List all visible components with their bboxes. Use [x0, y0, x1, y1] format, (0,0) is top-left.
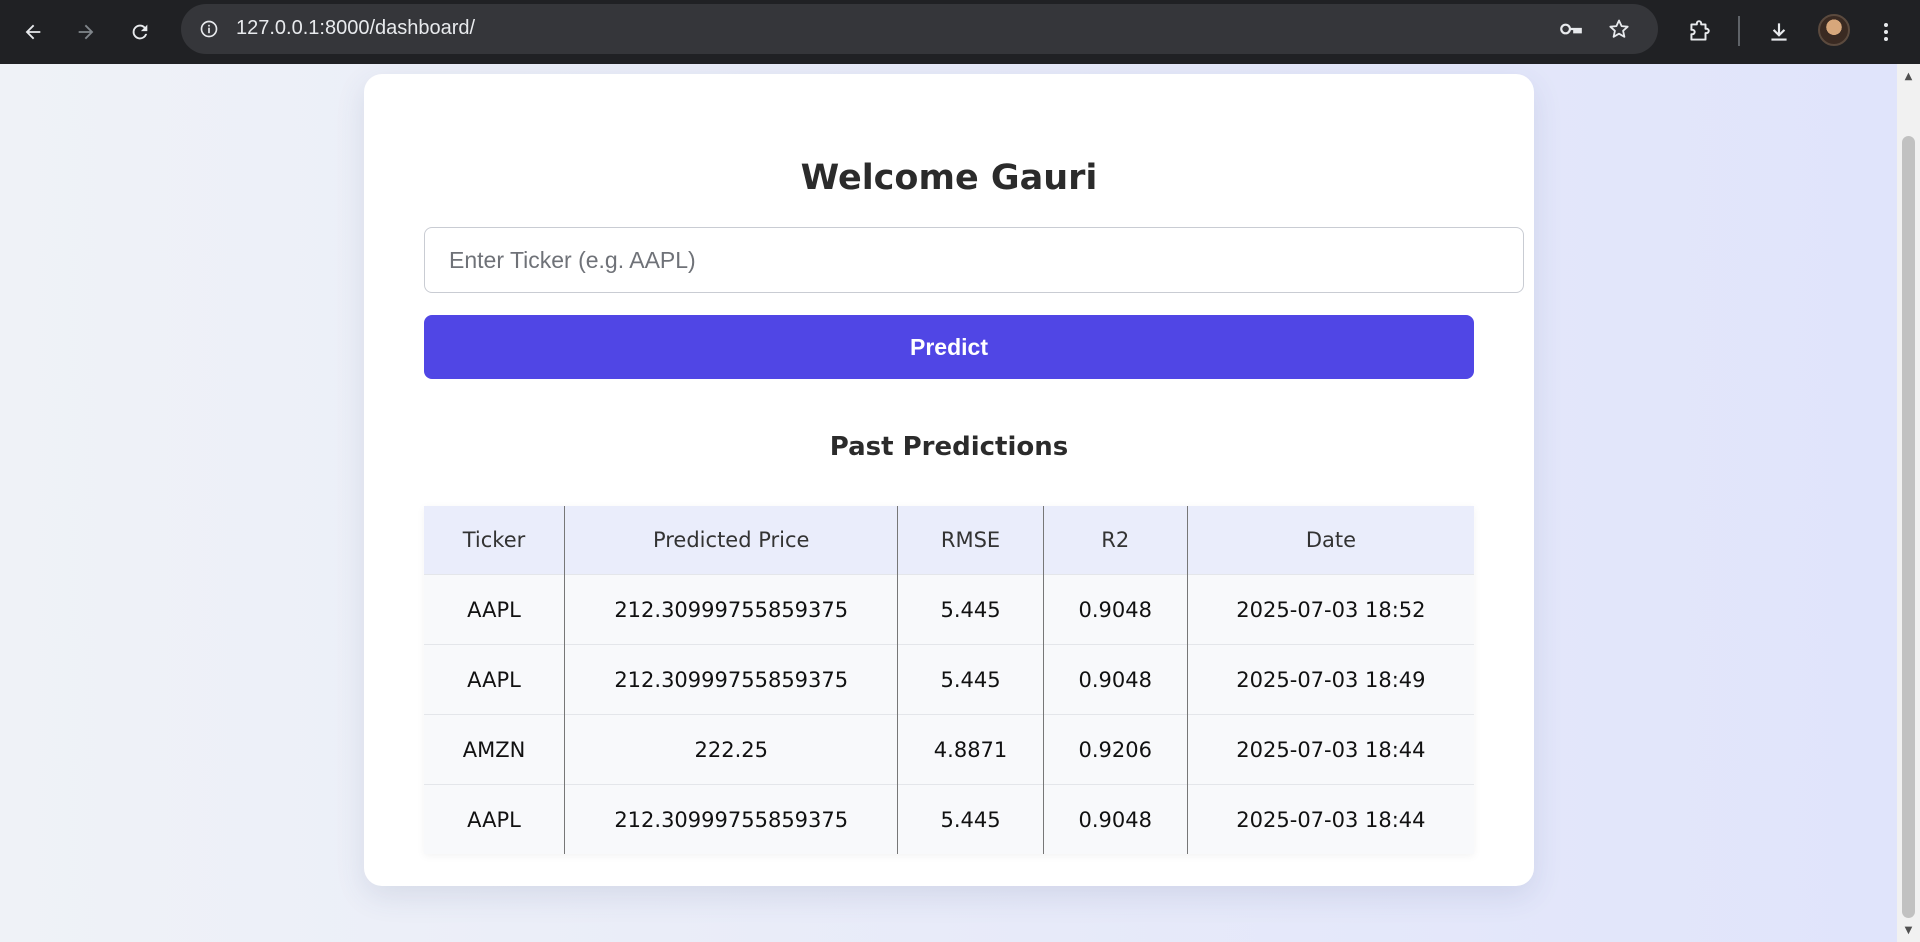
vertical-scrollbar[interactable]: ▲ ▼	[1897, 64, 1920, 942]
downloads-button[interactable]	[1759, 12, 1799, 52]
predictions-table: Ticker Predicted Price RMSE R2 Date AAPL…	[424, 506, 1474, 854]
column-header-predicted-price: Predicted Price	[563, 506, 898, 575]
url-text[interactable]: 127.0.0.1:8000/dashboard/	[236, 17, 475, 40]
reload-icon	[132, 24, 148, 40]
arrow-right-icon	[78, 24, 94, 40]
cell-rmse: 5.445	[897, 644, 1044, 715]
forward-button[interactable]	[68, 14, 104, 50]
table-row: AAPL 212.30999755859375 5.445 0.9048 202…	[424, 784, 1474, 854]
cell-rmse: 4.8871	[897, 714, 1044, 785]
site-info-button[interactable]	[193, 13, 225, 45]
cell-r2: 0.9048	[1042, 574, 1188, 645]
cell-ticker: AMZN	[424, 714, 565, 785]
predict-button[interactable]: Predict	[424, 315, 1474, 379]
browser-toolbar: 127.0.0.1:8000/dashboard/	[0, 0, 1920, 64]
arrow-left-icon	[25, 24, 41, 40]
column-header-date: Date	[1186, 506, 1474, 575]
cell-date: 2025-07-03 18:49	[1186, 644, 1474, 715]
puzzle-icon	[1690, 20, 1710, 41]
dashboard-card: Welcome Gauri Predict Past Predictions T…	[364, 74, 1534, 886]
address-bar[interactable]: 127.0.0.1:8000/dashboard/	[181, 4, 1658, 54]
column-header-r2: R2	[1042, 506, 1188, 575]
bookmark-button[interactable]	[1603, 13, 1635, 45]
ticker-input[interactable]	[424, 227, 1524, 293]
cell-predicted-price: 212.30999755859375	[563, 644, 898, 715]
extensions-button[interactable]	[1679, 12, 1719, 52]
cell-r2: 0.9048	[1042, 644, 1188, 715]
password-manager-button[interactable]	[1555, 13, 1587, 45]
info-icon	[200, 20, 218, 38]
reload-button[interactable]	[122, 14, 158, 50]
download-icon	[1771, 23, 1787, 41]
cell-r2: 0.9206	[1042, 714, 1188, 785]
kebab-menu-icon	[1884, 23, 1888, 41]
cell-predicted-price: 222.25	[563, 714, 898, 785]
scroll-down-arrow-icon[interactable]: ▼	[1897, 920, 1920, 940]
cell-ticker: AAPL	[424, 644, 565, 715]
past-predictions-heading: Past Predictions	[829, 432, 1069, 462]
table-row: AMZN 222.25 4.8871 0.9206 2025-07-03 18:…	[424, 714, 1474, 785]
welcome-heading: Welcome Gauri	[800, 158, 1098, 198]
cell-rmse: 5.445	[897, 574, 1044, 645]
cell-r2: 0.9048	[1042, 784, 1188, 854]
back-button[interactable]	[15, 14, 51, 50]
key-icon	[1560, 23, 1582, 35]
table-header-row: Ticker Predicted Price RMSE R2 Date	[424, 506, 1474, 575]
cell-predicted-price: 212.30999755859375	[563, 574, 898, 645]
table-row: AAPL 212.30999755859375 5.445 0.9048 202…	[424, 644, 1474, 715]
cell-ticker: AAPL	[424, 574, 565, 645]
column-header-ticker: Ticker	[424, 506, 565, 575]
scrollbar-thumb[interactable]	[1902, 136, 1915, 918]
star-icon	[1609, 19, 1629, 38]
cell-ticker: AAPL	[424, 784, 565, 854]
cell-date: 2025-07-03 18:52	[1186, 574, 1474, 645]
column-header-rmse: RMSE	[897, 506, 1044, 575]
profile-avatar[interactable]	[1818, 14, 1850, 46]
toolbar-divider	[1738, 16, 1740, 46]
cell-rmse: 5.445	[897, 784, 1044, 854]
cell-predicted-price: 212.30999755859375	[563, 784, 898, 854]
browser-menu-button[interactable]	[1866, 12, 1906, 52]
cell-date: 2025-07-03 18:44	[1186, 784, 1474, 854]
table-row: AAPL 212.30999755859375 5.445 0.9048 202…	[424, 574, 1474, 645]
scroll-up-arrow-icon[interactable]: ▲	[1897, 66, 1920, 86]
page-viewport: Welcome Gauri Predict Past Predictions T…	[0, 64, 1897, 942]
cell-date: 2025-07-03 18:44	[1186, 714, 1474, 785]
